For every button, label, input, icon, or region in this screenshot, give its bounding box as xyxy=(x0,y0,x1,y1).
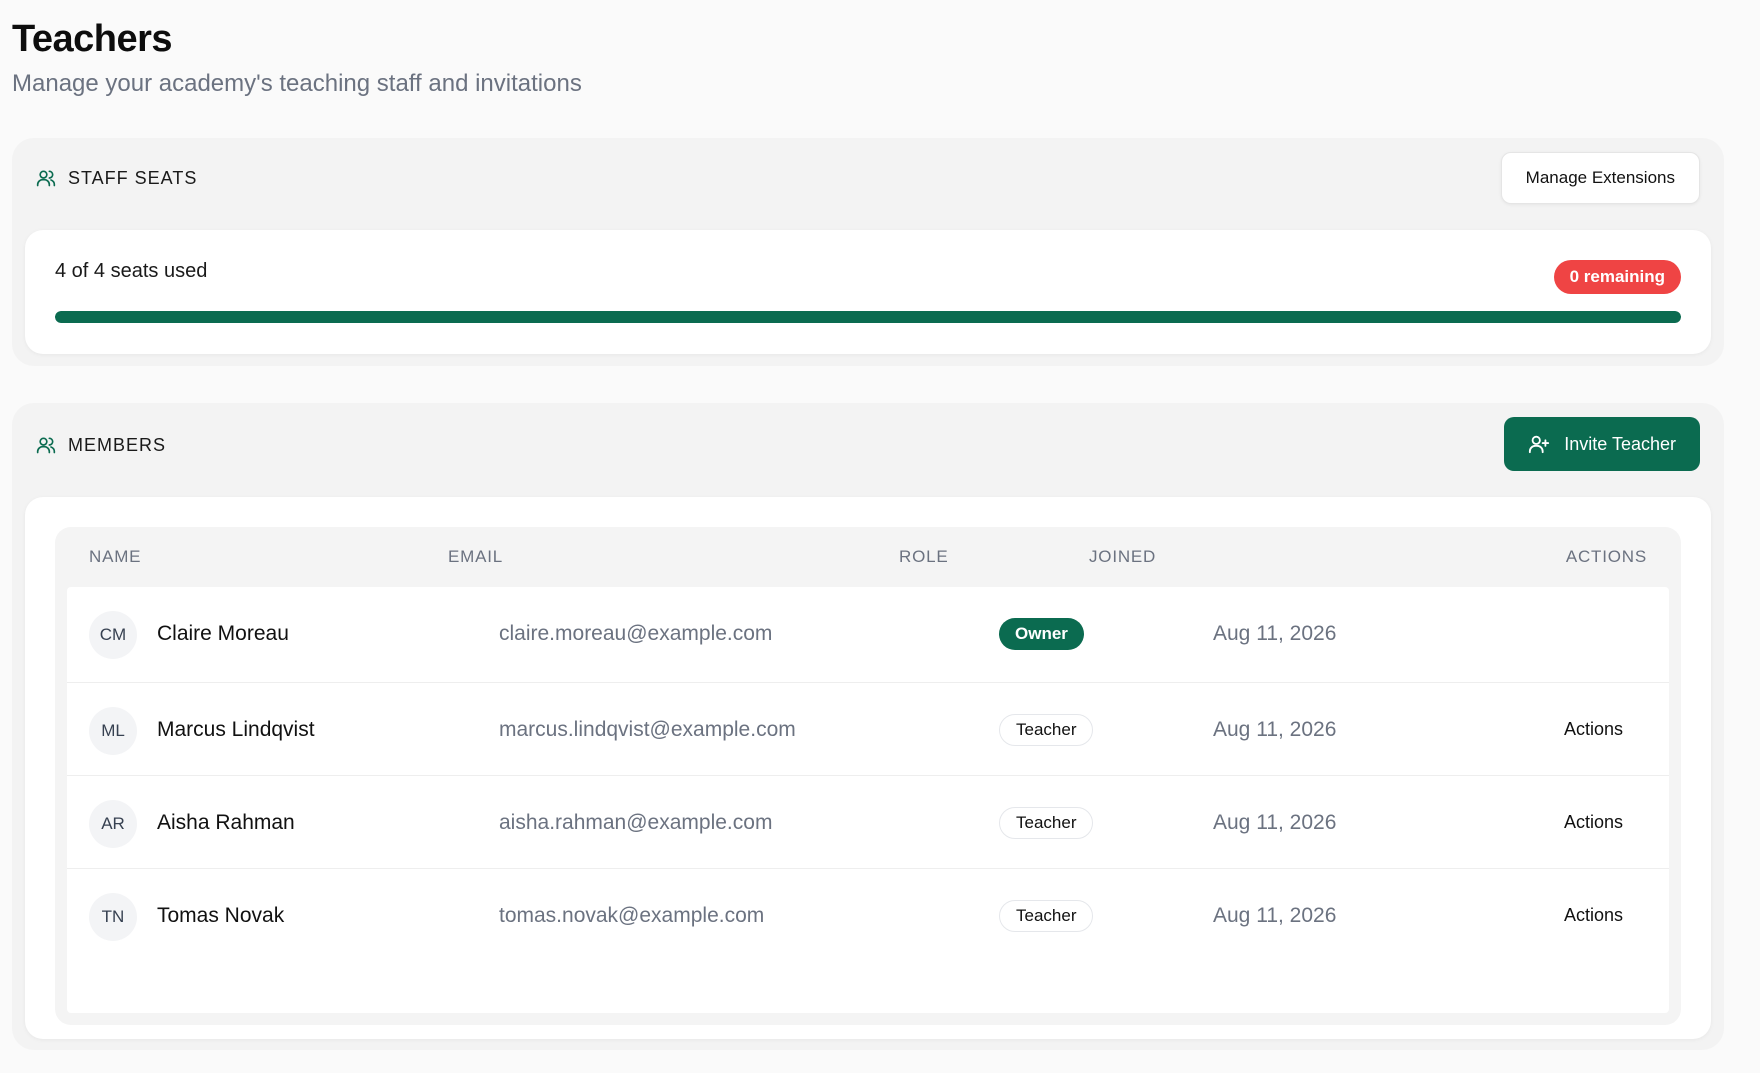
table-row: ML Marcus Lindqvist marcus.lindqvist@exa… xyxy=(67,683,1669,776)
row-actions-button[interactable]: Actions xyxy=(1564,812,1623,833)
staff-seats-section: STAFF SEATS Manage Extensions 4 of 4 sea… xyxy=(12,138,1724,366)
member-email: aisha.rahman@example.com xyxy=(499,811,773,834)
seats-progress-bar xyxy=(55,311,1681,323)
row-actions-button[interactable]: Actions xyxy=(1564,719,1623,740)
seats-progress-fill xyxy=(55,311,1681,323)
staff-seats-header: STAFF SEATS xyxy=(36,138,197,218)
role-badge-teacher: Teacher xyxy=(999,900,1094,932)
members-header: MEMBERS xyxy=(36,403,166,487)
table-row: TN Tomas Novak tomas.novak@example.com T… xyxy=(67,869,1669,962)
avatar: TN xyxy=(89,893,137,941)
table-row: AR Aisha Rahman aisha.rahman@example.com… xyxy=(67,776,1669,869)
members-table: NAME EMAIL ROLE JOINED ACTIONS CM Claire… xyxy=(55,527,1681,1025)
seats-usage-card: 4 of 4 seats used 0 remaining xyxy=(25,230,1711,354)
staff-seats-label: STAFF SEATS xyxy=(68,167,198,188)
remaining-badge: 0 remaining xyxy=(1553,260,1681,294)
users-icon xyxy=(36,435,56,455)
row-actions-button[interactable]: Actions xyxy=(1564,905,1623,926)
member-name: Aisha Rahman xyxy=(157,811,295,834)
member-joined: Aug 11, 2026 xyxy=(1213,904,1337,927)
manage-extensions-button[interactable]: Manage Extensions xyxy=(1500,152,1700,204)
member-role: Teacher xyxy=(999,900,1094,932)
table-row: CM Claire Moreau claire.moreau@example.c… xyxy=(67,587,1669,683)
page-title: Teachers xyxy=(12,18,173,60)
column-header-role[interactable]: ROLE xyxy=(899,547,949,567)
column-header-email[interactable]: EMAIL xyxy=(448,547,503,567)
member-name: Tomas Novak xyxy=(157,904,285,927)
avatar: ML xyxy=(89,707,137,755)
table-header: NAME EMAIL ROLE JOINED ACTIONS xyxy=(55,527,1681,587)
member-email: marcus.lindqvist@example.com xyxy=(499,718,796,741)
column-header-joined[interactable]: JOINED xyxy=(1089,547,1156,567)
member-email: claire.moreau@example.com xyxy=(499,622,773,645)
invite-teacher-label: Invite Teacher xyxy=(1564,433,1676,454)
invite-teacher-button[interactable]: Invite Teacher xyxy=(1504,417,1700,471)
member-joined: Aug 11, 2026 xyxy=(1213,718,1337,741)
member-name: Claire Moreau xyxy=(157,622,289,645)
members-label: MEMBERS xyxy=(68,434,167,455)
member-email: tomas.novak@example.com xyxy=(499,904,765,927)
member-role: Teacher xyxy=(999,714,1094,746)
member-joined: Aug 11, 2026 xyxy=(1213,811,1337,834)
avatar: AR xyxy=(89,800,137,848)
avatar: CM xyxy=(89,611,137,659)
member-name: Marcus Lindqvist xyxy=(157,718,315,741)
members-card: NAME EMAIL ROLE JOINED ACTIONS CM Claire… xyxy=(25,497,1711,1039)
users-icon xyxy=(36,168,56,188)
role-badge-teacher: Teacher xyxy=(999,807,1094,839)
column-header-actions: ACTIONS xyxy=(1565,547,1647,566)
members-section: MEMBERS Invite Teacher NAME EMAIL ROLE J… xyxy=(12,403,1724,1050)
member-role: Owner xyxy=(999,618,1084,650)
column-header-name[interactable]: NAME xyxy=(89,547,141,567)
user-plus-icon xyxy=(1528,433,1550,455)
member-joined: Aug 11, 2026 xyxy=(1213,622,1337,645)
table-body: CM Claire Moreau claire.moreau@example.c… xyxy=(67,587,1669,1013)
seats-used-text: 4 of 4 seats used xyxy=(55,260,208,282)
role-badge-teacher: Teacher xyxy=(999,714,1094,746)
member-role: Teacher xyxy=(999,807,1094,839)
teachers-page: Teachers Manage your academy's teaching … xyxy=(0,0,1760,1073)
page-subtitle: Manage your academy's teaching staff and… xyxy=(12,70,582,97)
role-badge-owner: Owner xyxy=(999,618,1084,650)
